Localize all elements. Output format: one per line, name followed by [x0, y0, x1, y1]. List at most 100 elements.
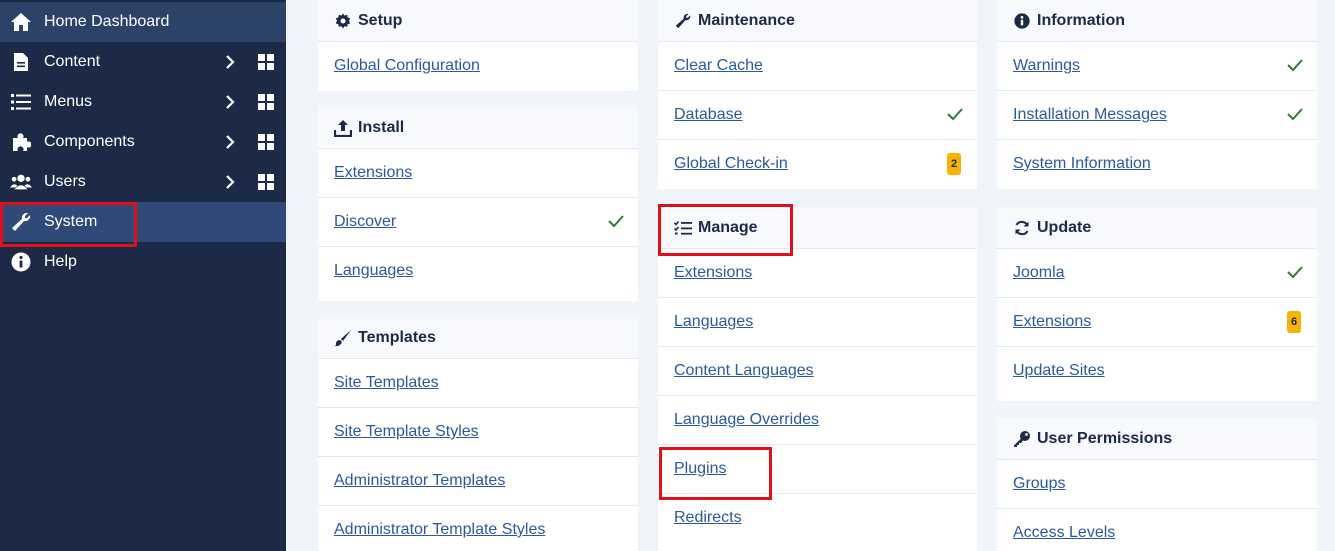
list-item: Installation Messages [997, 91, 1317, 140]
gear-icon [334, 12, 352, 30]
dashboard-grid-icon[interactable] [258, 134, 274, 150]
check-icon [1287, 58, 1303, 72]
sidebar-item-label: Help [44, 253, 77, 270]
plugins-link[interactable]: Plugins [674, 459, 726, 479]
tasks-list-icon [674, 219, 692, 237]
information-card-header: Information [997, 0, 1317, 42]
chevron-right-icon[interactable] [222, 54, 238, 70]
installation-messages-link[interactable]: Installation Messages [1013, 105, 1167, 125]
administrator-templates-link[interactable]: Administrator Templates [334, 471, 505, 491]
sidebar-item-help[interactable]: Help [0, 242, 286, 282]
clear-cache-link[interactable]: Clear Cache [674, 56, 763, 76]
warnings-link[interactable]: Warnings [1013, 56, 1080, 76]
list-icon [10, 92, 32, 112]
list-item: Access Levels [997, 509, 1317, 551]
manage-languages-link[interactable]: Languages [674, 312, 753, 332]
sync-icon [1013, 219, 1031, 237]
information-title: Information [1037, 12, 1125, 29]
dashboard-grid-icon[interactable] [258, 54, 274, 70]
dashboard-grid-icon[interactable] [258, 174, 274, 190]
list-item: Global Check-in 2 [658, 140, 977, 189]
list-item: Site Templates [318, 359, 638, 408]
count-badge: 6 [1287, 311, 1301, 333]
site-templates-link[interactable]: Site Templates [334, 373, 439, 393]
system-information-link[interactable]: System Information [1013, 154, 1151, 174]
install-title: Install [358, 119, 405, 136]
joomla-update-link[interactable]: Joomla [1013, 263, 1065, 283]
upload-icon [334, 119, 352, 137]
manage-extensions-link[interactable]: Extensions [674, 263, 752, 283]
list-item: Language Overrides [658, 396, 977, 445]
update-card: Update Joomla Extensions 6 Update Sites [997, 207, 1317, 401]
list-item: Languages [658, 298, 977, 347]
global-check-in-link[interactable]: Global Check-in [674, 154, 788, 174]
sidebar-item-label: Users [44, 173, 86, 190]
sidebar-item-label: Content [44, 53, 101, 70]
maintenance-title: Maintenance [698, 12, 795, 29]
setup-card-header: Setup [318, 0, 638, 42]
redirects-link[interactable]: Redirects [674, 508, 742, 528]
setup-title: Setup [358, 12, 403, 29]
sidebar-item-menus[interactable]: Menus [0, 82, 286, 122]
chevron-right-icon[interactable] [222, 134, 238, 150]
update-extensions-link[interactable]: Extensions [1013, 312, 1091, 332]
list-item: Extensions [658, 249, 977, 298]
maintenance-card-header: Maintenance [658, 0, 977, 42]
sidebar-item-users[interactable]: Users [0, 162, 286, 202]
sidebar-item-content[interactable]: Content [0, 42, 286, 82]
list-item: Warnings [997, 42, 1317, 91]
update-sites-link[interactable]: Update Sites [1013, 361, 1105, 381]
information-card: Information Warnings Installation Messag… [997, 0, 1317, 189]
list-item: System Information [997, 140, 1317, 189]
chevron-right-icon[interactable] [222, 94, 238, 110]
sidebar-item-home-dashboard[interactable]: Home Dashboard [0, 2, 286, 42]
file-icon [10, 52, 32, 72]
install-card-header: Install [318, 107, 638, 149]
groups-link[interactable]: Groups [1013, 474, 1065, 494]
user-permissions-card-header: User Permissions [997, 418, 1317, 460]
manage-card: Manage Extensions Languages Content Lang… [658, 207, 977, 551]
language-overrides-link[interactable]: Language Overrides [674, 410, 819, 430]
list-item: Plugins [658, 445, 977, 494]
dashboard-grid-icon[interactable] [258, 94, 274, 110]
list-item: Administrator Template Styles [318, 506, 638, 551]
site-template-styles-link[interactable]: Site Template Styles [334, 422, 479, 442]
check-icon [1287, 107, 1303, 121]
update-card-header: Update [997, 207, 1317, 249]
update-title: Update [1037, 219, 1092, 236]
list-item: Update Sites [997, 347, 1317, 396]
wrench-icon [674, 12, 692, 30]
discover-link[interactable]: Discover [334, 212, 396, 232]
list-item: Content Languages [658, 347, 977, 396]
list-item: Database [658, 91, 977, 140]
sidebar-item-label: Menus [44, 93, 93, 110]
list-item: Site Template Styles [318, 408, 638, 457]
database-link[interactable]: Database [674, 105, 743, 125]
administrator-template-styles-link[interactable]: Administrator Template Styles [334, 520, 545, 540]
list-item: Extensions [318, 149, 638, 198]
install-languages-link[interactable]: Languages [334, 261, 413, 281]
manage-card-header: Manage [658, 207, 977, 249]
paint-brush-icon [334, 329, 352, 347]
sidebar-item-label: Components [44, 133, 135, 150]
list-item: Redirects [658, 494, 977, 543]
content-languages-link[interactable]: Content Languages [674, 361, 814, 381]
templates-title: Templates [358, 329, 436, 346]
templates-card-header: Templates [318, 317, 638, 359]
access-levels-link[interactable]: Access Levels [1013, 523, 1115, 543]
puzzle-icon [10, 132, 32, 152]
sidebar-item-label: Home Dashboard [44, 13, 170, 30]
user-permissions-title: User Permissions [1037, 430, 1173, 447]
list-item: Groups [997, 460, 1317, 509]
sidebar-item-system[interactable]: System [0, 202, 286, 242]
list-item: Languages [318, 247, 638, 296]
global-configuration-link[interactable]: Global Configuration [334, 56, 480, 76]
chevron-right-icon[interactable] [222, 174, 238, 190]
wrench-icon [10, 212, 32, 232]
list-item: Extensions 6 [997, 298, 1317, 347]
check-icon [1287, 265, 1303, 279]
install-extensions-link[interactable]: Extensions [334, 163, 412, 183]
sidebar-item-components[interactable]: Components [0, 122, 286, 162]
maintenance-card: Maintenance Clear Cache Database Global … [658, 0, 977, 189]
templates-card: Templates Site Templates Site Template S… [318, 317, 638, 551]
